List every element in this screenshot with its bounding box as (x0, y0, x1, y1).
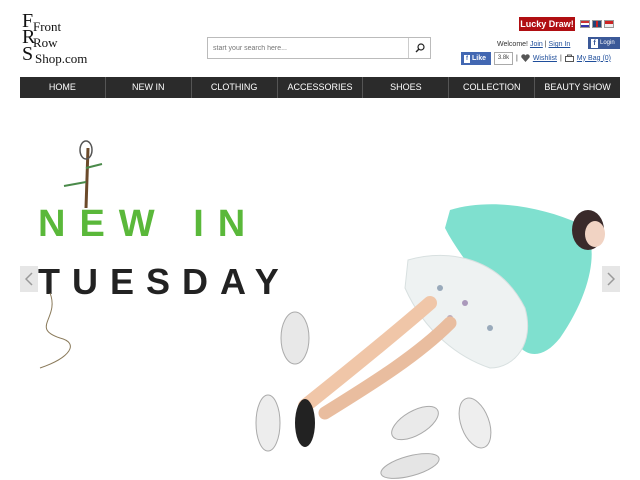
model-photo (298, 204, 605, 420)
hero-banner[interactable]: NEW IN TUESDAY (20, 128, 620, 480)
flag-icon-uk[interactable] (592, 20, 602, 28)
my-bag-link[interactable]: My Bag (0) (577, 55, 611, 62)
lucky-draw-button[interactable]: Lucky Draw! (519, 17, 575, 31)
nav-item-home[interactable]: HOME (20, 77, 106, 98)
join-link[interactable]: Join (530, 41, 543, 48)
bag-icon (564, 54, 574, 62)
carousel-prev-button[interactable] (20, 266, 38, 292)
logo-letter-s: S (22, 43, 34, 65)
divider: | (544, 41, 547, 48)
nav-item-beauty-show[interactable]: BEAUTY SHOW (535, 77, 620, 98)
nav-item-clothing[interactable]: CLOTHING (192, 77, 278, 98)
logo-line-front: Front (33, 19, 62, 34)
banner-heading-line1: NEW IN (38, 203, 259, 245)
site-logo[interactable]: F Front R Row S Shop.com (22, 11, 112, 68)
chevron-right-icon (607, 272, 615, 286)
search-input[interactable] (208, 38, 408, 58)
nav-item-accessories[interactable]: ACCESSORIES (278, 77, 364, 98)
facebook-login-button[interactable]: f Login (588, 37, 620, 49)
heart-icon (521, 54, 530, 62)
chevron-left-icon (25, 272, 33, 286)
main-nav: HOME NEW IN CLOTHING ACCESSORIES SHOES C… (20, 77, 620, 98)
flag-icon-us[interactable] (580, 20, 590, 28)
divider: | (559, 54, 562, 62)
facebook-icon: f (464, 54, 470, 63)
like-label: Like (472, 55, 487, 62)
decor-stick-icon (63, 140, 103, 209)
search-icon (415, 43, 425, 53)
account-links: | Wishlist | My Bag (0) (516, 54, 611, 62)
like-count: 3.8k (494, 52, 513, 65)
balloon-string-icon (39, 292, 71, 369)
search-button[interactable] (408, 38, 430, 58)
welcome-bar: Welcome! Join | Sign In (497, 41, 570, 48)
nav-item-collection[interactable]: COLLECTION (449, 77, 536, 98)
wishlist-link[interactable]: Wishlist (533, 55, 557, 62)
facebook-like-button[interactable]: f Like (461, 52, 491, 65)
facebook-login-label: Login (600, 40, 615, 46)
banner-heading-line2: TUESDAY (38, 261, 291, 302)
sign-in-link[interactable]: Sign In (549, 41, 571, 48)
nav-item-shoes[interactable]: SHOES (363, 77, 450, 98)
logo-line-shop: Shop.com (35, 51, 88, 66)
welcome-text: Welcome! (497, 41, 528, 48)
nav-item-new-in[interactable]: NEW IN (106, 77, 192, 98)
language-flags (580, 20, 614, 28)
flag-icon-other[interactable] (604, 20, 614, 28)
logo-line-row: Row (33, 35, 58, 50)
facebook-icon: f (591, 38, 598, 48)
carousel-next-button[interactable] (602, 266, 620, 292)
divider: | (516, 54, 518, 62)
search-box (207, 37, 431, 59)
